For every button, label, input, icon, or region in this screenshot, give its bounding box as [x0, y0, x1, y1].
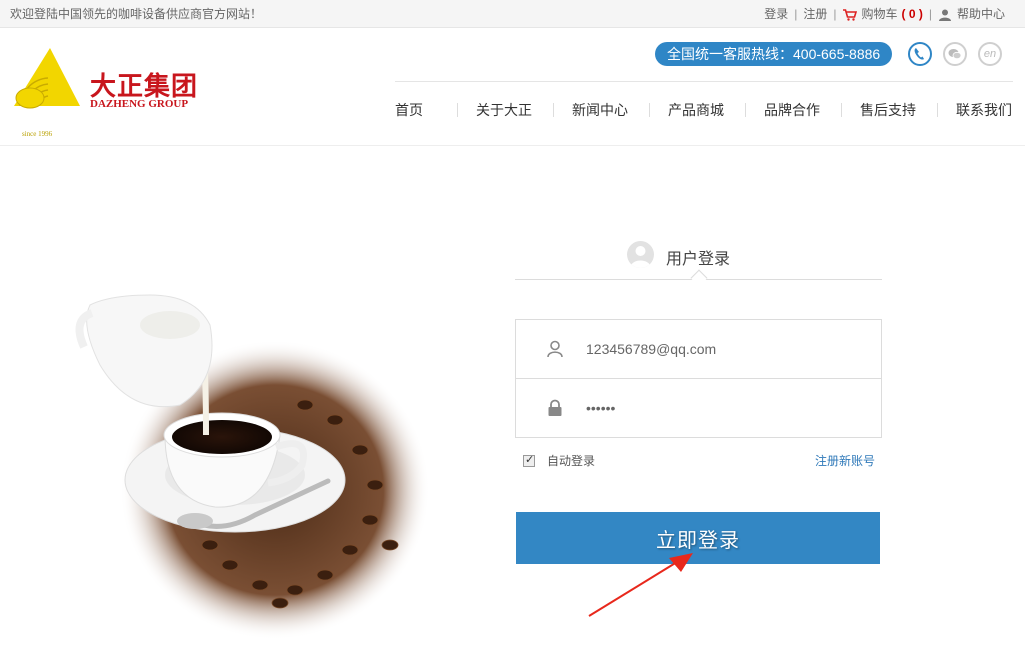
nav-about[interactable]: 关于大正	[476, 100, 532, 120]
phone-icon[interactable]	[908, 42, 932, 66]
cart-link[interactable]: 购物车( 0 )	[842, 5, 923, 22]
user-icon	[547, 340, 563, 358]
logo-english-name: DAZHENG GROUP	[90, 98, 189, 110]
nav-contact[interactable]: 联系我们	[956, 100, 1012, 120]
separator: |	[928, 6, 932, 21]
top-register-link[interactable]: 注册	[803, 5, 827, 22]
title-notch	[690, 269, 708, 287]
separator: |	[794, 6, 798, 21]
main-nav: 首页 关于大正 新闻中心 产品商城 品牌合作 售后支持 联系我们	[395, 100, 1012, 120]
nav-support[interactable]: 售后支持	[860, 100, 916, 120]
auto-login-label: 自动登录	[547, 454, 596, 468]
logo-mark-icon	[14, 48, 80, 109]
login-title-bar: 用户登录	[515, 239, 882, 287]
nav-brand[interactable]: 品牌合作	[764, 100, 820, 120]
english-language-icon[interactable]: en	[978, 42, 1002, 66]
separator: |	[833, 6, 837, 21]
logo[interactable]: 大正集团 DAZHENG GROUP since 1996	[12, 46, 202, 138]
login-title: 用户登录	[666, 251, 731, 268]
cart-label: 购物车	[861, 7, 898, 21]
help-link[interactable]: 帮助中心	[938, 5, 1005, 22]
annotation-arrow-icon	[588, 553, 693, 617]
nav-home[interactable]: 首页	[395, 100, 423, 120]
auto-login-option[interactable]: 自动登录	[523, 452, 595, 469]
nav-divider-line	[395, 81, 1013, 82]
login-form	[515, 319, 882, 438]
coffee-illustration	[75, 294, 430, 640]
cart-icon	[842, 9, 857, 21]
nav-products[interactable]: 产品商城	[668, 100, 724, 120]
help-label: 帮助中心	[956, 7, 1005, 21]
username-row	[516, 320, 881, 379]
username-input[interactable]	[586, 332, 866, 366]
hotline-badge: 全国统一客服热线：400-665-8886	[655, 42, 893, 66]
welcome-text: 欢迎登陆中国领先的咖啡设备供应商官方网站！	[10, 7, 263, 21]
user-icon	[938, 9, 951, 21]
logo-since: since 1996	[22, 130, 53, 138]
header: 大正集团 DAZHENG GROUP since 1996 全国统一客服热线：4…	[0, 28, 1025, 146]
register-new-account-link[interactable]: 注册新账号	[815, 452, 875, 469]
wechat-icon[interactable]	[943, 42, 967, 66]
password-input[interactable]	[586, 391, 866, 425]
lock-icon	[548, 399, 562, 416]
auto-login-checkbox[interactable]	[523, 453, 535, 467]
top-links: 登录 | 注册 | 购物车( 0 ) | 帮助中心	[764, 5, 1005, 22]
cart-count: ( 0 )	[901, 7, 923, 21]
top-login-link[interactable]: 登录	[764, 5, 788, 22]
top-bar: 欢迎登陆中国领先的咖啡设备供应商官方网站！ 登录 | 注册 | 购物车( 0 )…	[0, 0, 1025, 28]
password-row	[516, 379, 881, 438]
avatar-icon	[627, 241, 654, 268]
nav-news[interactable]: 新闻中心	[572, 100, 628, 120]
